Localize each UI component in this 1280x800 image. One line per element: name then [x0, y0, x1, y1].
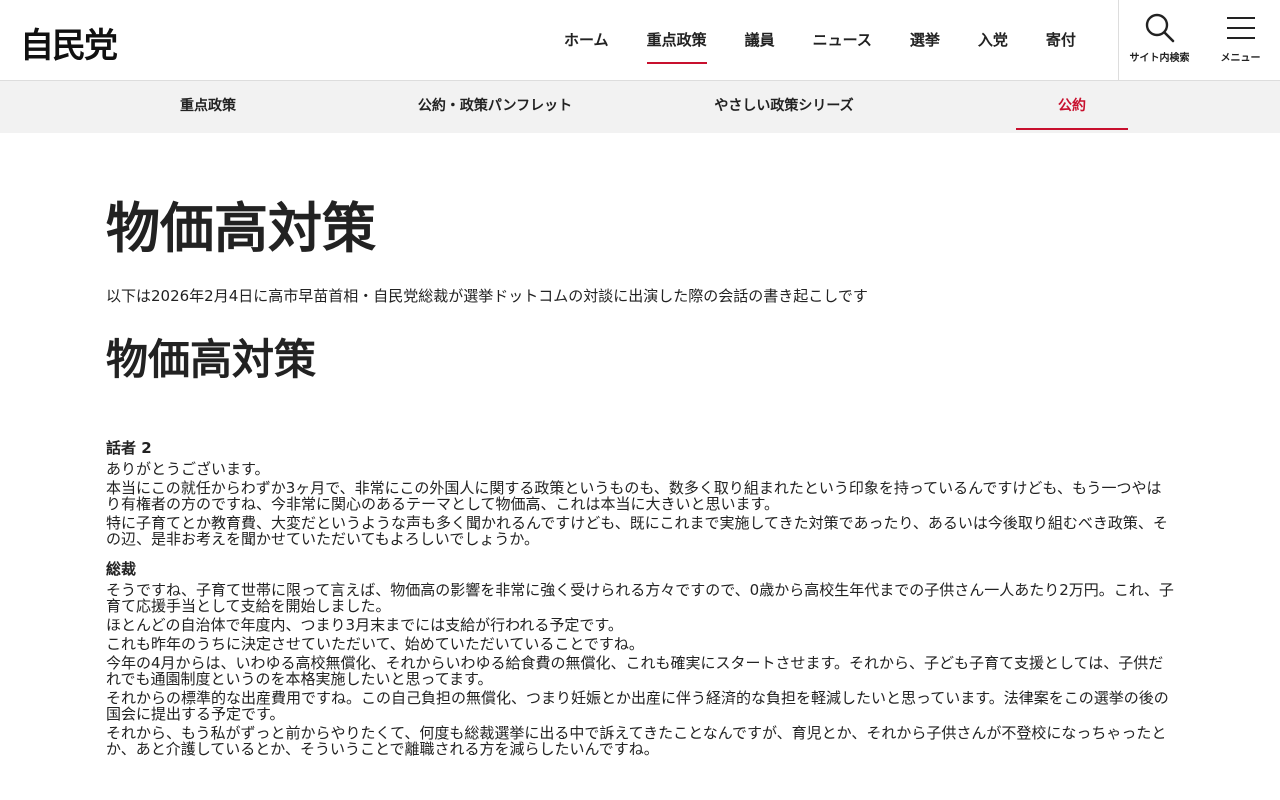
- menu-button[interactable]: メニュー: [1200, 0, 1280, 80]
- nav-donate[interactable]: 寄付: [1027, 0, 1095, 80]
- transcript-paragraph: 特に子育てとか教育費、大変だというような声も多く聞かれるんですけども、既にこれま…: [106, 514, 1168, 548]
- subnav-pamphlet[interactable]: 公約・政策パンフレット: [400, 81, 590, 133]
- nav-members[interactable]: 議員: [726, 0, 794, 80]
- transcript-paragraph: そうですね、子育て世帯に限って言えば、物価高の影響を非常に強く受けられる方々です…: [106, 581, 1174, 615]
- site-logo[interactable]: 自民党: [20, 18, 118, 67]
- policy-subnav: 重点政策 公約・政策パンフレット やさしい政策シリーズ 公約: [0, 81, 1280, 133]
- global-nav: ホーム 重点政策 議員 ニュース 選挙 入党 寄付: [545, 0, 1095, 80]
- page-title: 物価高対策: [106, 197, 376, 260]
- header-tools: サイト内検索 メニュー: [1118, 0, 1280, 80]
- transcript-paragraph: ほとんどの自治体で年度内、つまり3月末までには支給が行われる予定です。: [106, 616, 623, 634]
- search-button[interactable]: サイト内検索: [1119, 0, 1200, 80]
- main-content: 物価高対策 以下は2026年2月4日に高市早苗首相・自民党総裁が選挙ドットコムの…: [106, 134, 1174, 757]
- subnav-pledge[interactable]: 公約: [1016, 81, 1128, 133]
- transcript-paragraph: 本当にこの就任からわずか3ヶ月で、非常にこの外国人に関する政策というものも、数多…: [106, 479, 1162, 513]
- transcript-paragraph: 今年の4月からは、いわゆる高校無償化、それからいわゆる給食費の無償化、これも確実…: [106, 654, 1164, 688]
- section-title: 物価高対策: [106, 335, 317, 384]
- transcript-paragraph: ありがとうございます。: [106, 460, 270, 478]
- subnav-easy-policy[interactable]: やさしい政策シリーズ: [695, 81, 873, 133]
- nav-news[interactable]: ニュース: [794, 0, 891, 80]
- nav-policy[interactable]: 重点政策: [628, 0, 726, 80]
- hamburger-icon: [1226, 17, 1255, 39]
- subnav-priority-policy[interactable]: 重点政策: [160, 81, 256, 133]
- nav-join[interactable]: 入党: [959, 0, 1027, 80]
- menu-label: メニュー: [1220, 53, 1261, 64]
- search-icon: [1145, 13, 1174, 43]
- nav-home[interactable]: ホーム: [545, 0, 628, 80]
- speaker-label: 総裁: [106, 560, 137, 578]
- transcript-paragraph: これも昨年のうちに決定させていただいて、始めていただいていることですね。: [106, 635, 644, 653]
- speaker-label: 話者 2: [106, 439, 152, 457]
- site-header: 自民党 ホーム 重点政策 議員 ニュース 選挙 入党 寄付 サイト内検索 メニュ…: [0, 0, 1280, 81]
- nav-election[interactable]: 選挙: [891, 0, 959, 80]
- intro-text: 以下は2026年2月4日に高市早苗首相・自民党総裁が選挙ドットコムの対談に出演し…: [106, 287, 868, 305]
- transcript-paragraph: それから、もう私がずっと前からやりたくて、何度も総裁選挙に出る中で訴えてきたこと…: [106, 724, 1167, 758]
- search-label: サイト内検索: [1129, 53, 1190, 64]
- transcript-paragraph: それからの標準的な出産費用ですね。この自己負担の無償化、つまり妊娠とか出産に伴う…: [106, 689, 1169, 723]
